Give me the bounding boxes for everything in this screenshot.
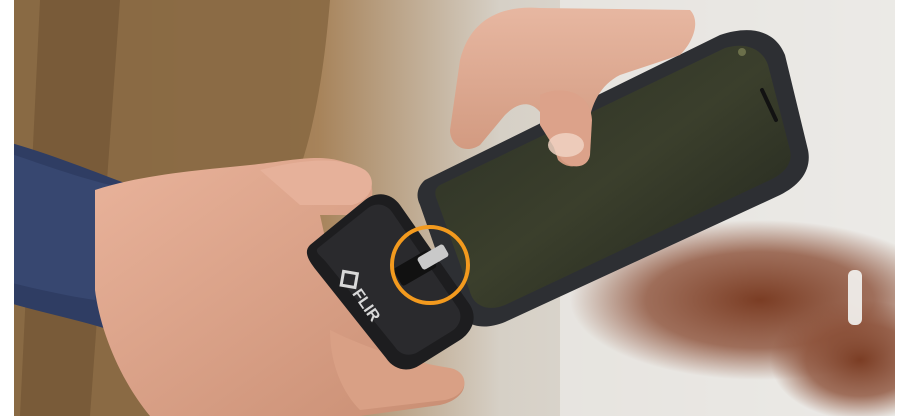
photo-scene: FLIR: [0, 0, 909, 416]
photo-illustration: FLIR: [0, 0, 909, 416]
left-border: [0, 0, 14, 416]
right-border: [895, 0, 909, 416]
